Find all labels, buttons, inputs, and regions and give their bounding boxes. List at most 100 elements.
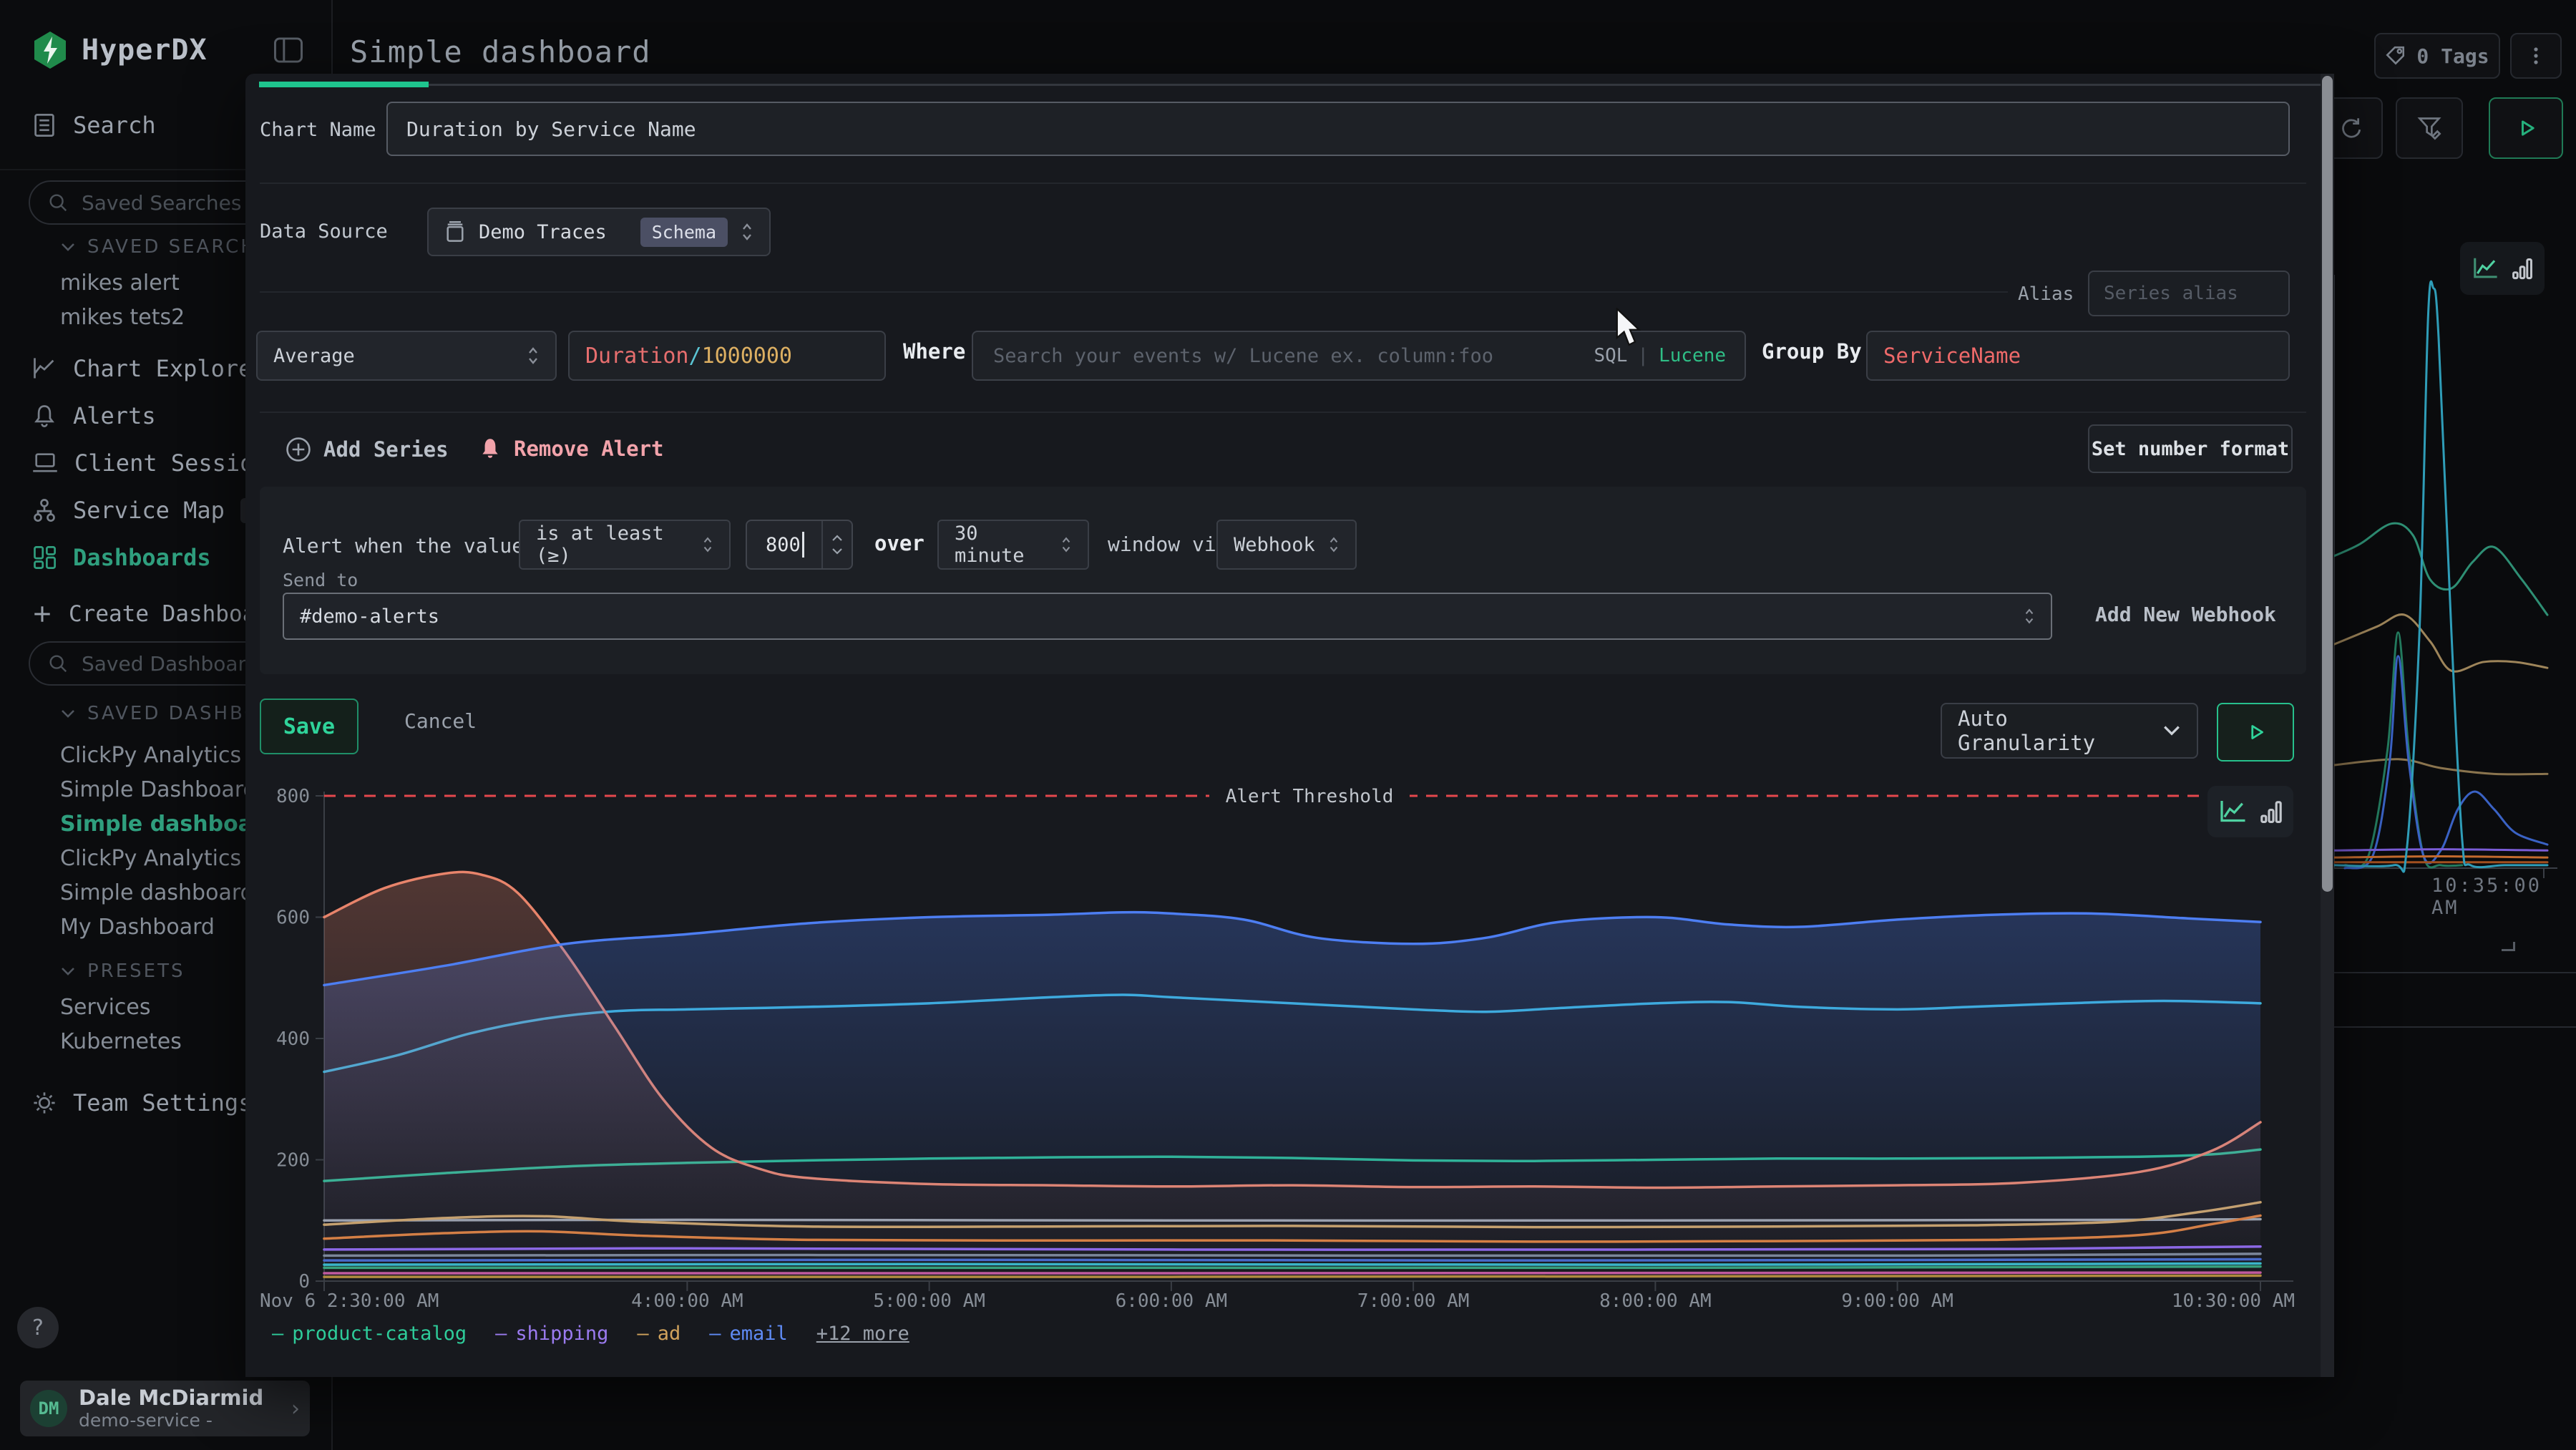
legend-item[interactable]: —email: [709, 1323, 788, 1345]
query-language-toggle[interactable]: SQL | Lucene: [1594, 345, 1726, 366]
chevrons-updown-icon: [1060, 533, 1072, 556]
bar-chart-icon: [2260, 799, 2283, 824]
logo[interactable]: HyperDX: [31, 30, 208, 70]
dashboard-list-item[interactable]: My Dashboard: [60, 915, 215, 940]
background-time-label: 10:35:00 AM: [2431, 875, 2576, 919]
legend-swatch: —: [495, 1323, 507, 1345]
legend-item[interactable]: —product-catalog: [272, 1323, 467, 1345]
alert-condition-select[interactable]: is at least (≥): [519, 520, 731, 570]
user-menu[interactable]: DM Dale McDiarmid demo-service - ›: [20, 1381, 310, 1436]
svg-text:9:00:00 AM: 9:00:00 AM: [1841, 1290, 1953, 1312]
chart-type-toggle[interactable]: [2207, 786, 2293, 837]
alert-channel-select[interactable]: Webhook: [1216, 520, 1357, 570]
sidebar-item-dashboards[interactable]: Dashboards: [31, 544, 211, 571]
magnifier-icon: [47, 192, 69, 213]
help-button[interactable]: ?: [17, 1307, 59, 1348]
dashboard-list-item[interactable]: Simple Dashboard: [60, 777, 257, 802]
saved-search-item[interactable]: mikes tets2: [60, 305, 185, 330]
legend-item[interactable]: —ad: [637, 1323, 680, 1345]
where-label: Where: [903, 339, 965, 364]
saved-dashboards-input[interactable]: [80, 651, 262, 676]
sidebar-item-client-sessions[interactable]: Client Sessions: [31, 449, 281, 477]
expr-operator: /: [689, 344, 702, 369]
sidebar-item-alerts[interactable]: Alerts: [31, 402, 156, 429]
legend-label: email: [729, 1323, 787, 1345]
sidebar-item-chart-explorer[interactable]: Chart Explorer: [31, 355, 266, 382]
magnifier-icon: [47, 653, 69, 674]
avatar: DM: [30, 1390, 67, 1427]
tags-button[interactable]: 0 Tags: [2374, 33, 2500, 79]
data-source-label: Data Source: [260, 220, 388, 243]
data-source-select[interactable]: Demo Traces Schema: [427, 208, 771, 256]
send-to-select[interactable]: #demo-alerts: [283, 593, 2052, 640]
svg-text:800: 800: [276, 786, 310, 807]
save-button[interactable]: Save: [260, 699, 358, 754]
alias-input[interactable]: [2088, 271, 2290, 316]
chart-legend: —product-catalog — shipping —ad —email +12 mo…: [272, 1323, 909, 1345]
add-series-button[interactable]: Add Series: [285, 436, 449, 463]
add-new-webhook-button[interactable]: Add New Webhook: [2095, 603, 2276, 626]
more-menu-button[interactable]: [2510, 33, 2562, 79]
dashboard-list-item[interactable]: ClickPy Analytics: [60, 846, 241, 871]
active-tab-indicator: [259, 82, 429, 87]
where-search-input[interactable]: [992, 344, 1594, 368]
lucene-toggle[interactable]: Lucene: [1659, 345, 1726, 366]
field-expression-input[interactable]: Duration/1000000: [568, 331, 886, 381]
chevron-down-icon: [60, 709, 76, 719]
svg-text:600: 600: [276, 908, 310, 929]
kebab-icon: [2526, 46, 2546, 66]
sql-toggle[interactable]: SQL: [1594, 345, 1627, 366]
database-icon: [444, 220, 466, 243]
bar-chart-icon: [2512, 256, 2533, 281]
number-stepper[interactable]: [821, 521, 852, 568]
plus-icon: [31, 603, 53, 625]
tag-icon: [2385, 45, 2406, 67]
hyperdx-app: Simple dashboard 0 Tags: [0, 0, 2576, 1450]
divider: [260, 412, 2306, 413]
filter-button[interactable]: [2396, 97, 2463, 159]
divider: [260, 291, 2008, 293]
expr-field: Duration: [585, 344, 689, 369]
legend-item[interactable]: — shipping: [495, 1323, 608, 1345]
run-query-button[interactable]: [2217, 703, 2294, 762]
dashboard-list-item[interactable]: Simple dashboard: [60, 880, 254, 905]
presets-header[interactable]: PRESETS: [60, 960, 185, 982]
bell-icon: [478, 436, 502, 462]
group-by-label: Group By: [1762, 339, 1862, 364]
modal-scrollbar-thumb[interactable]: [2322, 76, 2333, 892]
remove-alert-button[interactable]: Remove Alert: [478, 436, 664, 462]
laptop-icon: [31, 450, 59, 476]
svg-text:8:00:00 AM: 8:00:00 AM: [1599, 1290, 1712, 1312]
sidebar-item-team-settings[interactable]: Team Settings: [31, 1089, 252, 1116]
background-chart-type-toggle[interactable]: [2460, 242, 2545, 295]
sidebar-collapse-button[interactable]: [273, 34, 303, 66]
send-to-label: Send to: [283, 570, 358, 590]
background-tile-chart-svg: [2334, 258, 2563, 902]
page-title: Simple dashboard: [350, 34, 651, 69]
line-chart-icon: [2472, 256, 2499, 281]
alert-threshold-input[interactable]: 800: [746, 520, 853, 570]
aggregation-select[interactable]: Average: [256, 331, 557, 381]
set-number-format-button[interactable]: Set number format: [2088, 424, 2293, 473]
chart-name-input[interactable]: [386, 102, 2290, 156]
granularity-select[interactable]: Auto Granularity: [1941, 703, 2198, 759]
preset-item-services[interactable]: Services: [60, 995, 151, 1020]
legend-more[interactable]: +12 more: [816, 1323, 909, 1345]
preset-item-kubernetes[interactable]: Kubernetes: [60, 1029, 182, 1054]
tile-resize-handle[interactable]: [2502, 942, 2515, 951]
legend-label: shipping: [515, 1323, 608, 1345]
saved-search-item[interactable]: mikes alert: [60, 271, 180, 296]
sidebar-item-search[interactable]: Search: [31, 112, 156, 139]
duration-chart-svg: 0200400600800Nov 6 2:30:00 AM4:00:00 AM5…: [260, 772, 2296, 1318]
saved-searches-input[interactable]: [80, 190, 262, 215]
svg-text:4:00:00 AM: 4:00:00 AM: [631, 1290, 743, 1312]
group-by-input[interactable]: ServiceName: [1866, 331, 2290, 381]
run-query-button-top[interactable]: [2489, 97, 2563, 159]
dashboard-list-item[interactable]: ClickPy Analytics: [60, 743, 241, 768]
chevrons-updown-icon: [741, 220, 753, 244]
alias-label: Alias: [2018, 283, 2074, 305]
cancel-button[interactable]: Cancel: [404, 709, 477, 733]
alert-window-select[interactable]: 30 minute: [937, 520, 1089, 570]
alert-prefix: Alert when the value: [283, 534, 524, 558]
expr-number: 1000000: [702, 344, 792, 369]
